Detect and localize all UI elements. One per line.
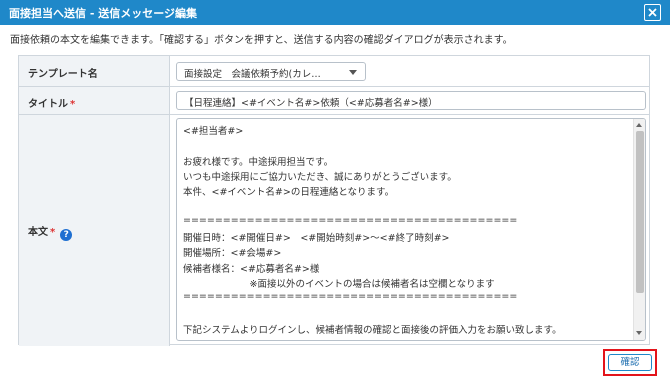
template-label: テンプレート名: [28, 69, 98, 80]
body-line: [183, 307, 633, 322]
template-selected-value: 面接設定 会議依頼予約(カレ…: [184, 69, 321, 80]
dialog-title: 面接担当へ送信 - 送信メッセージ編集: [9, 7, 198, 20]
required-mark: *: [70, 99, 76, 110]
body-label-wrap: 本文 *?: [28, 223, 73, 241]
body-line: [183, 138, 633, 153]
body-line: お疲れ様です。中途採用担当です。: [183, 156, 334, 168]
body-line: 開催場所：<#会場#>: [183, 248, 282, 260]
scroll-up-icon[interactable]: [636, 123, 642, 127]
body-line: 本件、<#イベント名#>の日程連絡となります。: [183, 187, 395, 199]
chevron-down-icon: [349, 70, 357, 75]
dialog-titlebar: 面接担当へ送信 - 送信メッセージ編集: [0, 0, 670, 25]
title-label: タイトル: [28, 99, 68, 110]
help-icon[interactable]: ?: [60, 229, 73, 241]
required-mark: *: [50, 227, 56, 238]
body-line: 下記システムよりログインし、候補者情報の確認と面接後の評価入力をお願い致します。: [183, 324, 562, 336]
body-line: [183, 337, 633, 340]
body-line: 開催日時：<#開催日#> <#開始時刻#>〜<#終了時刻#>: [183, 233, 450, 245]
message-form: テンプレート名 面接設定 会議依頼予約(カレ… タイトル * 【日程連絡】<#イベ…: [18, 55, 650, 346]
close-button[interactable]: [644, 4, 661, 21]
template-select[interactable]: 面接設定 会議依頼予約(カレ…: [176, 62, 366, 81]
body-scrollbar[interactable]: [633, 119, 645, 340]
title-label-cell: タイトル *: [19, 87, 170, 114]
title-input[interactable]: 【日程連絡】<#イベント名#>依頼（<#応募者名#>様）: [176, 91, 646, 110]
title-row: タイトル * 【日程連絡】<#イベント名#>依頼（<#応募者名#>様）: [19, 87, 649, 115]
template-row: テンプレート名 面接設定 会議依頼予約(カレ…: [19, 56, 649, 87]
confirm-button[interactable]: 確認: [608, 354, 652, 371]
dialog-description: 面接依頼の本文を編集できます。「確認する」ボタンを押すと、送信する内容の確認ダイ…: [10, 35, 513, 46]
body-label-cell: 本文 *?: [19, 115, 170, 346]
body-line: ※面接以外のイベントの場合は候補者名は空欄となります: [183, 278, 495, 290]
close-icon: [648, 8, 657, 17]
body-line: 候補者様名：<#応募者名#>様: [183, 263, 320, 275]
scroll-thumb[interactable]: [636, 131, 644, 293]
body-line: いつも中途採用にご協力いただき、誠にありがとうございます。: [183, 171, 457, 183]
confirm-highlight: 確認: [603, 349, 657, 376]
body-line: ========================================…: [183, 291, 518, 303]
body-textarea[interactable]: <#担当者#> お疲れ様です。中途採用担当です。いつも中途採用にご協力いただき、誠…: [176, 118, 646, 341]
title-label-wrap: タイトル *: [28, 95, 75, 110]
body-line: [183, 199, 633, 214]
template-label-cell: テンプレート名: [19, 56, 170, 86]
body-row: 本文 *? <#担当者#> お疲れ様です。中途採用担当です。いつも中途採用にご協力い…: [19, 115, 649, 346]
body-text: <#担当者#> お疲れ様です。中途採用担当です。いつも中途採用にご協力いただき、誠…: [183, 123, 633, 340]
body-label: 本文: [28, 227, 48, 238]
scroll-down-icon[interactable]: [636, 331, 642, 335]
body-line: <#担当者#>: [183, 126, 244, 137]
body-line: ========================================…: [183, 214, 518, 226]
